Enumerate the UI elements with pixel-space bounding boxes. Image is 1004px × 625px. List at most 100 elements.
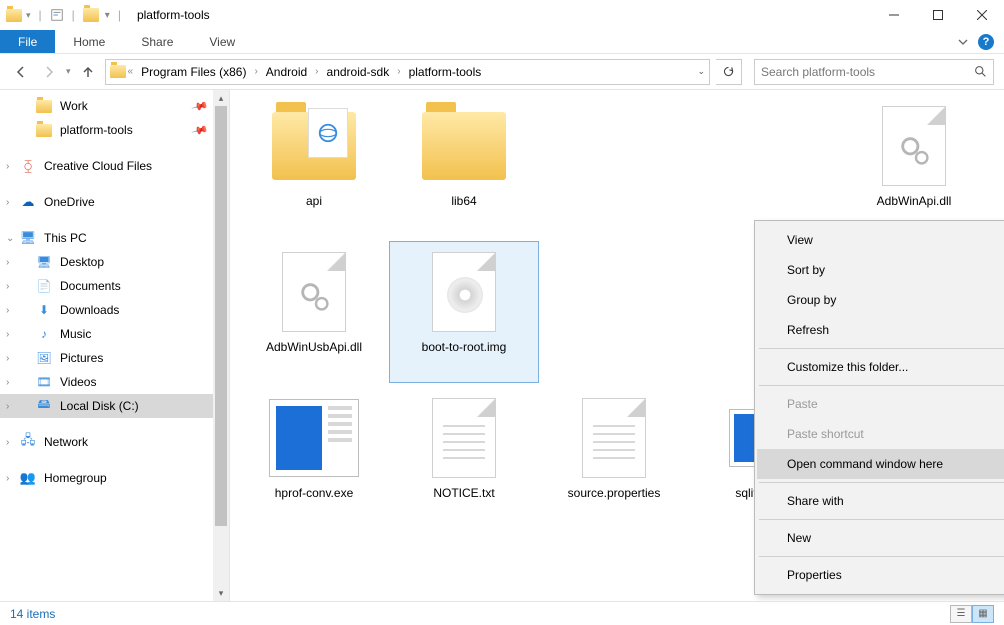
crumb-android[interactable]: Android [260,60,313,84]
tree-homegroup[interactable]: ›👥Homegroup [0,466,229,490]
folder-icon [36,124,52,137]
tree-local-disk-c[interactable]: ›🖴Local Disk (C:) [0,394,229,418]
maximize-button[interactable] [916,1,960,29]
expander-icon[interactable]: › [6,377,9,388]
file-thumb [269,248,359,336]
menu-label: Open command window here [787,457,943,471]
quick-platform-tools[interactable]: platform-tools 📌 [0,118,229,142]
history-dropdown-icon[interactable]: ▾ [66,66,71,77]
address-dropdown-icon[interactable]: ⌄ [697,66,705,77]
tree-music[interactable]: ›♪Music [0,322,229,346]
ribbon-expand-icon[interactable] [958,37,968,47]
file-item[interactable]: source.properties [540,388,688,528]
properties-qat-icon[interactable] [50,8,64,22]
tree-label: Local Disk (C:) [60,399,139,413]
file-item[interactable]: api [240,96,388,236]
menu-item[interactable]: Group by› [757,285,1004,315]
scroll-down-icon[interactable]: ▾ [213,585,229,601]
this-pc-icon: 🖥 [20,230,36,246]
menu-item[interactable]: Open command window here [757,449,1004,479]
crumb-sep-icon[interactable]: › [315,66,318,77]
qat-dropdown-icon[interactable]: ▾ [26,10,31,21]
refresh-button[interactable] [716,59,742,85]
status-bar: 14 items ☰ ▦ [0,601,1004,625]
scroll-up-icon[interactable]: ▴ [213,90,229,106]
tree-label: OneDrive [44,195,95,209]
crumb-sep-icon[interactable]: › [397,66,400,77]
view-details-button[interactable]: ☰ [950,605,972,623]
tree-documents[interactable]: ›📄Documents [0,274,229,298]
file-item[interactable]: hprof-conv.exe [240,388,388,528]
sidebar-scrollbar[interactable]: ▴ ▾ [213,90,229,601]
tree-downloads[interactable]: ›⬇Downloads [0,298,229,322]
search-box[interactable]: Search platform-tools [754,59,994,85]
quick-work[interactable]: Work 📌 [0,94,229,118]
file-label: api [306,194,322,209]
folder-qat-icon[interactable] [83,8,99,22]
help-button[interactable]: ? [978,34,994,50]
menu-item[interactable]: Share with› [757,486,1004,516]
file-item[interactable]: AdbWinUsbApi.dll [240,242,388,382]
expander-icon[interactable]: › [6,353,9,364]
up-button[interactable] [77,61,99,83]
address-folder-icon [110,64,126,80]
expander-icon[interactable]: › [6,197,9,208]
file-list[interactable]: api lib64 AdbWinApi.dll AdbWinUsbApi.dllboo… [230,90,1004,601]
tab-home[interactable]: Home [55,30,123,53]
expander-icon[interactable]: › [6,161,9,172]
menu-item[interactable]: Properties [757,560,1004,590]
scroll-thumb[interactable] [215,106,227,526]
expander-icon[interactable]: ⌄ [6,233,14,244]
crumb-platform-tools[interactable]: platform-tools [403,60,488,84]
file-item[interactable]: boot-to-root.img [390,242,538,382]
crumb-sep-icon[interactable]: › [254,66,257,77]
tree-desktop[interactable]: ›🖥Desktop [0,250,229,274]
pin-icon: 📌 [191,97,209,115]
tab-share[interactable]: Share [123,30,191,53]
tree-label: Pictures [60,351,103,365]
tree-label: Creative Cloud Files [44,159,152,173]
videos-icon: 🎞 [36,374,52,390]
address-bar[interactable]: « Program Files (x86) › Android › androi… [105,59,710,85]
tree-pictures[interactable]: › 🖼 Pictures [0,346,229,370]
search-placeholder: Search platform-tools [761,65,875,79]
file-thumb [419,394,509,482]
music-icon: ♪ [36,326,52,342]
expander-icon[interactable]: › [6,281,9,292]
menu-item[interactable]: Sort by› [757,255,1004,285]
close-button[interactable] [960,1,1004,29]
file-thumb [419,102,509,190]
tree-label: Videos [60,375,96,389]
file-item[interactable]: lib64 [390,96,538,236]
tab-view[interactable]: View [191,30,253,53]
forward-button[interactable] [38,61,60,83]
expander-icon[interactable]: › [6,473,9,484]
pictures-icon: 🖼 [36,350,52,366]
file-item[interactable]: AdbWinApi.dll [840,96,988,236]
menu-label: Sort by [787,263,825,277]
file-tab[interactable]: File [0,30,55,53]
minimize-button[interactable] [872,1,916,29]
menu-item[interactable]: New› [757,523,1004,553]
view-large-icons-button[interactable]: ▦ [972,605,994,623]
menu-item[interactable]: Customize this folder... [757,352,1004,382]
crumb-program-files[interactable]: Program Files (x86) [135,60,252,84]
titlebar: ▾ | | ▾ | platform-tools [0,0,1004,30]
expander-icon[interactable]: › [6,257,9,268]
expander-icon[interactable]: › [6,329,9,340]
crumb-root-sep[interactable]: « [128,66,134,77]
tree-onedrive[interactable]: › ☁ OneDrive [0,190,229,214]
crumb-android-sdk[interactable]: android-sdk [321,60,396,84]
tree-creative-cloud[interactable]: › ⧲ Creative Cloud Files [0,154,229,178]
file-item[interactable]: NOTICE.txt [390,388,538,528]
menu-item[interactable]: View› [757,225,1004,255]
tree-this-pc[interactable]: ⌄ 🖥 This PC [0,226,229,250]
tree-network[interactable]: ›🖧Network [0,430,229,454]
network-icon: 🖧 [20,434,36,450]
menu-item[interactable]: Refresh [757,315,1004,345]
tree-videos[interactable]: › 🎞 Videos [0,370,229,394]
back-button[interactable] [10,61,32,83]
expander-icon[interactable]: › [6,401,9,412]
expander-icon[interactable]: › [6,305,9,316]
expander-icon[interactable]: › [6,437,9,448]
